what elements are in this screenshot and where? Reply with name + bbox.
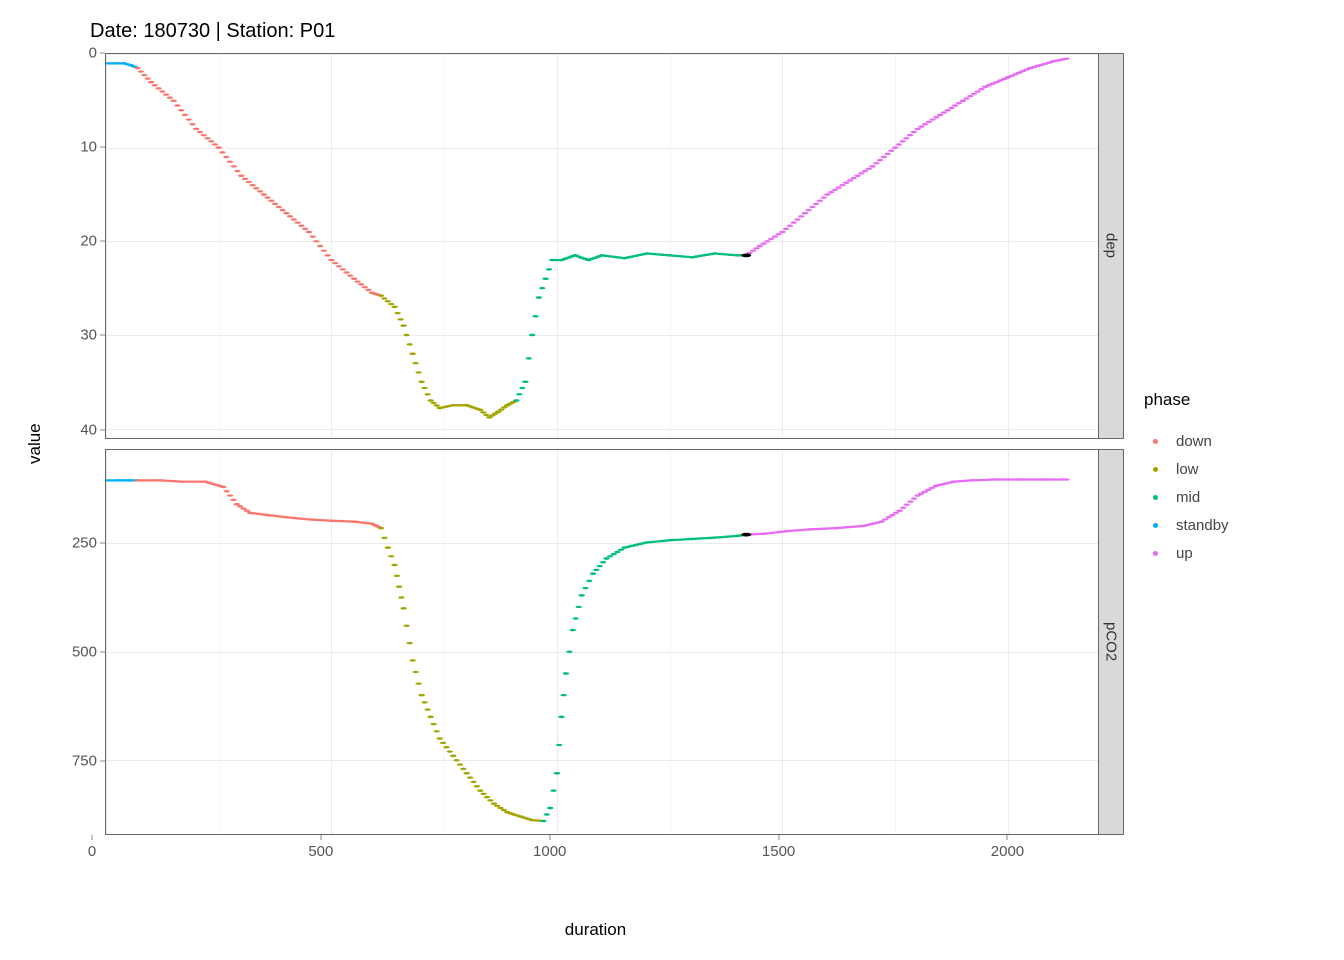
x-tick-label: 2000 [991, 843, 1024, 860]
y-tick-label: 750 [72, 752, 97, 769]
y-axis-label: value [20, 53, 50, 835]
legend-swatch [1144, 459, 1166, 481]
panel-stack: dep pCO2 [105, 53, 1124, 835]
legend-item-low: low [1144, 459, 1324, 481]
facet-label: pCO2 [1103, 622, 1120, 661]
legend-title: phase [1144, 390, 1324, 410]
legend-label: low [1176, 461, 1199, 478]
facet-strip-dep: dep [1099, 53, 1124, 439]
x-tick-label: 0 [88, 843, 96, 860]
legend-swatch [1144, 543, 1166, 565]
y-tick-label: 10 [80, 139, 97, 156]
legend-items: down low mid standby up [1144, 425, 1324, 571]
chart-container: Date: 180730 | Station: P01 value 0 10 20 3… [20, 20, 1324, 940]
legend-label: up [1176, 545, 1193, 562]
legend: phase down low mid standby up [1124, 20, 1324, 940]
y-tick-label: 500 [72, 643, 97, 660]
legend-item-down: down [1144, 431, 1324, 453]
data-svg [106, 54, 1098, 438]
panel-row-pCO2: pCO2 [105, 449, 1124, 835]
x-tick-label: 1000 [533, 843, 566, 860]
x-axis: 0500100015002000 [92, 835, 1099, 890]
y-axis-area: 010203040250500750 [50, 53, 105, 835]
y-tick-label: 20 [80, 233, 97, 250]
x-tick-label: 500 [308, 843, 333, 860]
facet-strip-pCO2: pCO2 [1099, 449, 1124, 835]
facet-label: dep [1103, 233, 1120, 258]
plot-area: Date: 180730 | Station: P01 value 0 10 20 3… [20, 20, 1124, 940]
legend-item-standby: standby [1144, 515, 1324, 537]
legend-label: standby [1176, 517, 1229, 534]
chart-title: Date: 180730 | Station: P01 [20, 20, 1124, 53]
legend-swatch [1144, 431, 1166, 453]
y-tick-label: 40 [80, 421, 97, 438]
y-tick-label: 250 [72, 534, 97, 551]
legend-label: down [1176, 433, 1212, 450]
legend-swatch [1144, 487, 1166, 509]
data-svg [106, 450, 1098, 834]
panel-pCO2 [105, 449, 1099, 835]
legend-label: mid [1176, 489, 1200, 506]
y-ticks-dep: 010203040 [50, 53, 105, 439]
y-ticks-pCO2: 250 500 750 [50, 449, 105, 835]
legend-item-up: up [1144, 543, 1324, 565]
y-tick-label: 0 [89, 45, 97, 62]
x-axis-label: duration [92, 920, 1099, 940]
y-tick-label: 30 [80, 327, 97, 344]
legend-item-mid: mid [1144, 487, 1324, 509]
legend-swatch [1144, 515, 1166, 537]
panel-dep [105, 53, 1099, 439]
panels: value 010203040250500750 deppCO2 [20, 53, 1124, 835]
x-tick-label: 1500 [762, 843, 795, 860]
panel-row-dep: dep [105, 53, 1124, 439]
